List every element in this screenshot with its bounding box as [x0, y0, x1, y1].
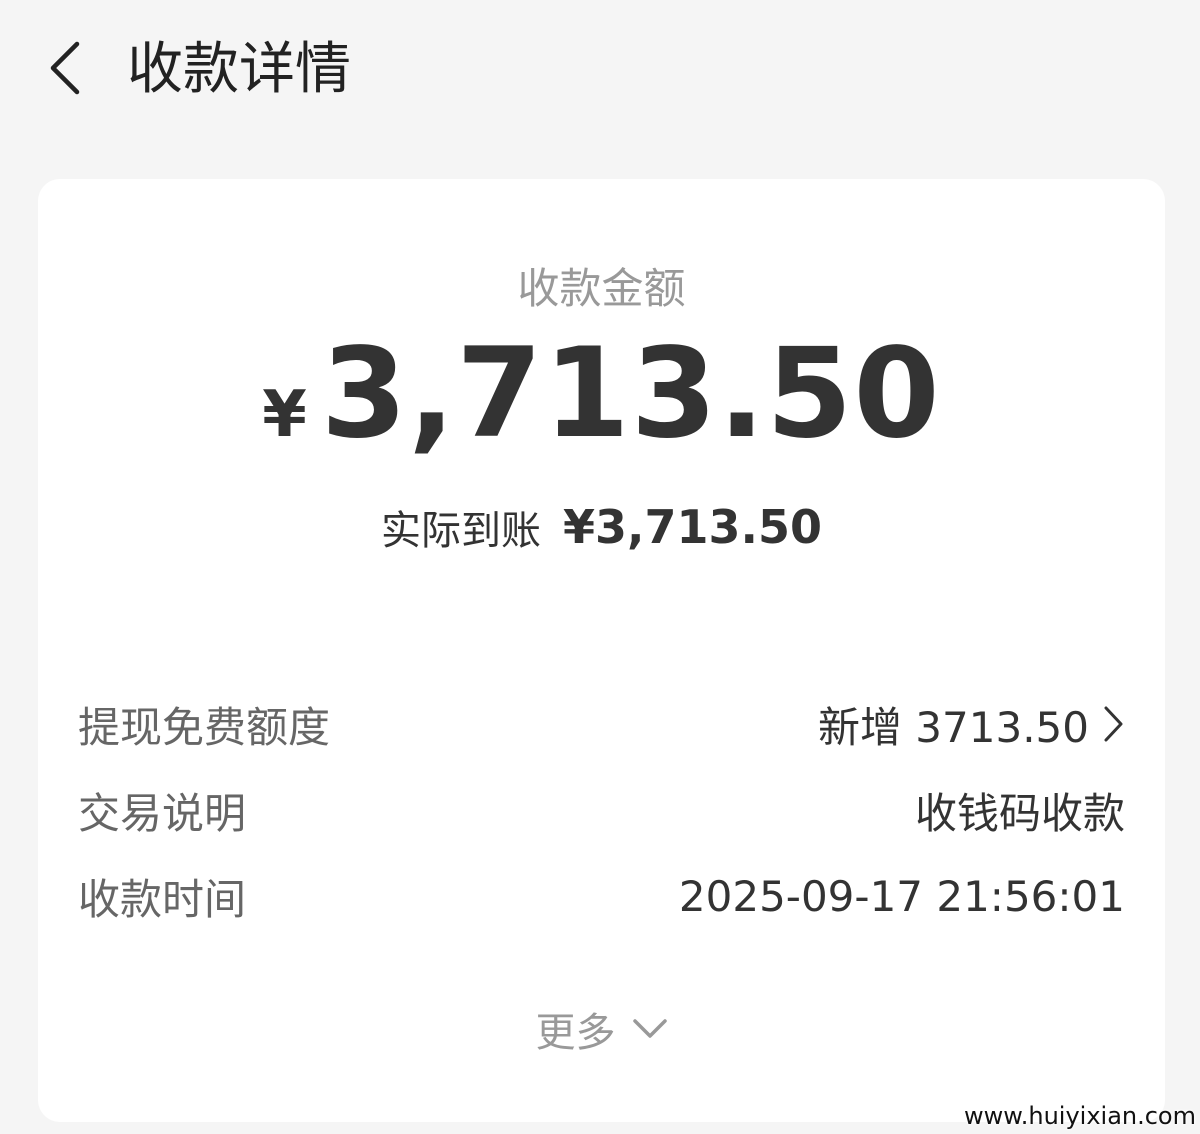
- detail-value: 新增 3713.50: [818, 694, 1125, 755]
- receipt-card: 收款金额 ¥ 3,713.50 实际到账 ¥3,713.50 提现免费额度 新增…: [38, 179, 1165, 1122]
- back-button[interactable]: [30, 28, 100, 108]
- transaction-note-row: 交易说明 收钱码收款: [78, 778, 1125, 842]
- currency-symbol: ¥: [262, 378, 307, 452]
- header: 收款详情: [0, 0, 1200, 140]
- detail-label: 提现免费额度: [78, 702, 331, 752]
- page-title: 收款详情: [127, 37, 351, 102]
- watermark: www.huiyixian.com: [964, 1102, 1196, 1130]
- chevron-left-icon: [50, 41, 80, 95]
- withdraw-quota-value: 新增 3713.50: [817, 702, 1089, 752]
- more-button[interactable]: 更多: [38, 999, 1165, 1059]
- chevron-down-icon: [632, 1019, 667, 1038]
- received-row: 实际到账 ¥3,713.50: [38, 497, 1165, 557]
- withdraw-quota-row[interactable]: 提现免费额度 新增 3713.50: [78, 692, 1125, 756]
- amount-value: 3,713.50: [320, 322, 941, 466]
- received-label: 实际到账: [381, 508, 541, 554]
- receive-time-row: 收款时间 2025-09-17 21:56:01: [78, 864, 1125, 928]
- detail-label: 交易说明: [78, 788, 247, 838]
- chevron-right-icon: [1104, 706, 1123, 742]
- detail-value: 2025-09-17 21:56:01: [678, 871, 1125, 921]
- more-label: 更多: [535, 1010, 616, 1056]
- detail-value: 收钱码收款: [914, 788, 1125, 838]
- page: 收款详情 收款金额 ¥ 3,713.50 实际到账 ¥3,713.50 提现免费…: [0, 0, 1200, 1134]
- detail-label: 收款时间: [78, 874, 247, 924]
- received-value: ¥3,713.50: [563, 500, 822, 554]
- amount-label: 收款金额: [517, 264, 686, 313]
- amount-row: ¥ 3,713.50: [38, 329, 1165, 459]
